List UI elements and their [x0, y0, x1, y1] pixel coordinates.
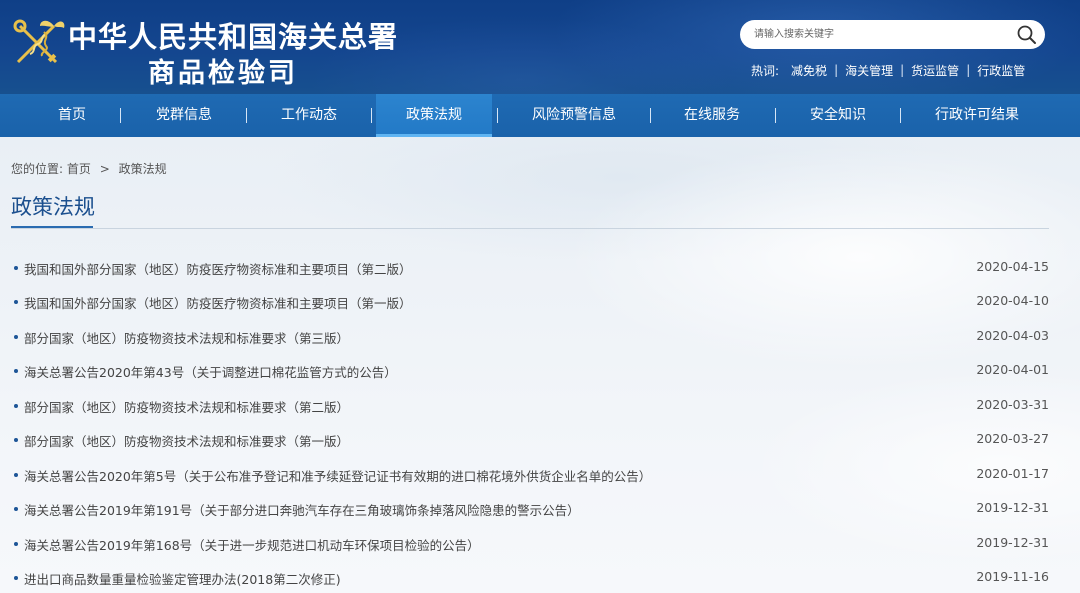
- nav-separator: [497, 108, 498, 123]
- breadcrumb-separator: >: [99, 162, 110, 176]
- hot-word-separator: |: [834, 63, 839, 77]
- breadcrumb-current[interactable]: 政策法规: [119, 162, 167, 176]
- nav-item-online-service[interactable]: 在线服务: [666, 94, 758, 137]
- hot-word-separator: |: [900, 63, 905, 77]
- hot-word-link[interactable]: 行政监管: [977, 62, 1025, 79]
- main-content: 您的位置: 首页 > 政策法规 政策法规 我国和国外部分国家（地区）防疫医疗物资…: [0, 137, 1080, 593]
- nav-separator: [775, 108, 776, 123]
- list-item[interactable]: 海关总署公告2020年第43号（关于调整进口棉花监管方式的公告） 2020-04…: [0, 360, 1080, 382]
- site-title-sub: 商品检验司: [148, 58, 298, 89]
- list-item[interactable]: 部分国家（地区）防疫物资技术法规和标准要求（第二版） 2020-03-31: [0, 395, 1080, 417]
- list-item-title[interactable]: 海关总署公告2019年第191号（关于部分进口奔驰汽车存在三角玻璃饰条掉落风险隐…: [24, 500, 580, 519]
- list-item-date: 2020-04-15: [976, 259, 1049, 274]
- list-item[interactable]: 进出口商品数量重量检验鉴定管理办法(2018第二次修正) 2019-11-16: [0, 567, 1080, 589]
- customs-emblem-icon[interactable]: [10, 16, 66, 70]
- search-input[interactable]: [754, 25, 1004, 44]
- main-nav: 首页 党群信息 工作动态 政策法规 风险预警信息 在线服务 安全知识 行政许可结…: [0, 94, 1080, 137]
- breadcrumb-home-link[interactable]: 首页: [67, 162, 91, 176]
- site-header: 中华人民共和国海关总署 商品检验司 热词: 减免税 | 海关管理 | 货运监管 …: [0, 0, 1080, 94]
- list-item-title[interactable]: 海关总署公告2020年第5号（关于公布准予登记和准予续延登记证书有效期的进口棉花…: [24, 466, 651, 485]
- list-item-title[interactable]: 我国和国外部分国家（地区）防疫医疗物资标准和主要项目（第二版）: [24, 259, 412, 278]
- nav-separator: [246, 108, 247, 123]
- list-item-title[interactable]: 我国和国外部分国家（地区）防疫医疗物资标准和主要项目（第一版）: [24, 293, 412, 312]
- list-item-date: 2019-12-31: [976, 535, 1049, 550]
- nav-item-risk-alert[interactable]: 风险预警信息: [512, 94, 636, 137]
- list-item-date: 2020-04-10: [976, 293, 1049, 308]
- hot-word-link[interactable]: 货运监管: [911, 62, 959, 79]
- list-item-title[interactable]: 海关总署公告2019年第168号（关于进一步规范进口机动车环保项目检验的公告）: [24, 535, 480, 554]
- list-item-date: 2019-11-16: [976, 569, 1049, 584]
- bullet-dot-icon: [14, 507, 18, 511]
- site-title-main: 中华人民共和国海关总署: [68, 20, 399, 54]
- hot-words: 热词: 减免税 | 海关管理 | 货运监管 | 行政监管: [751, 61, 1025, 79]
- list-item-date: 2019-12-31: [976, 500, 1049, 515]
- breadcrumb-prefix: 您的位置:: [11, 162, 64, 176]
- search-icon[interactable]: [1016, 24, 1037, 45]
- nav-item-policy[interactable]: 政策法规: [376, 94, 492, 137]
- list-item[interactable]: 我国和国外部分国家（地区）防疫医疗物资标准和主要项目（第二版） 2020-04-…: [0, 257, 1080, 279]
- bullet-dot-icon: [14, 542, 18, 546]
- hot-word-link[interactable]: 海关管理: [845, 62, 893, 79]
- nav-item-party[interactable]: 党群信息: [136, 94, 232, 137]
- nav-item-safety[interactable]: 安全知识: [792, 94, 884, 137]
- list-item-date: 2020-01-17: [976, 466, 1049, 481]
- bullet-dot-icon: [14, 473, 18, 477]
- bullet-dot-icon: [14, 300, 18, 304]
- nav-separator: [120, 108, 121, 123]
- list-item-date: 2020-03-27: [976, 431, 1049, 446]
- list-item[interactable]: 海关总署公告2019年第168号（关于进一步规范进口机动车环保项目检验的公告） …: [0, 533, 1080, 555]
- hot-words-label: 热词:: [751, 63, 780, 78]
- list-item-date: 2020-03-31: [976, 397, 1049, 412]
- nav-item-permit-results[interactable]: 行政许可结果: [916, 94, 1038, 137]
- title-divider: [11, 228, 1049, 229]
- list-item[interactable]: 我国和国外部分国家（地区）防疫医疗物资标准和主要项目（第一版） 2020-04-…: [0, 291, 1080, 313]
- bullet-dot-icon: [14, 266, 18, 270]
- list-item-title[interactable]: 部分国家（地区）防疫物资技术法规和标准要求（第三版）: [24, 328, 349, 347]
- bullet-dot-icon: [14, 404, 18, 408]
- nav-separator: [371, 108, 372, 123]
- nav-item-home[interactable]: 首页: [30, 94, 114, 137]
- list-item-title[interactable]: 进出口商品数量重量检验鉴定管理办法(2018第二次修正): [24, 569, 341, 588]
- bullet-dot-icon: [14, 369, 18, 373]
- list-item-date: 2020-04-01: [976, 362, 1049, 377]
- list-item-title[interactable]: 部分国家（地区）防疫物资技术法规和标准要求（第二版）: [24, 397, 349, 416]
- list-item[interactable]: 部分国家（地区）防疫物资技术法规和标准要求（第三版） 2020-04-03: [0, 326, 1080, 348]
- search-box: [740, 20, 1045, 49]
- list-item-title[interactable]: 海关总署公告2020年第43号（关于调整进口棉花监管方式的公告）: [24, 362, 397, 381]
- list-item[interactable]: 部分国家（地区）防疫物资技术法规和标准要求（第一版） 2020-03-27: [0, 429, 1080, 451]
- hot-word-link[interactable]: 减免税: [791, 62, 827, 79]
- list-item-date: 2020-04-03: [976, 328, 1049, 343]
- page-title: 政策法规: [11, 195, 95, 219]
- nav-separator: [650, 108, 651, 123]
- nav-item-news[interactable]: 工作动态: [262, 94, 356, 137]
- breadcrumb: 您的位置: 首页 > 政策法规: [11, 160, 167, 177]
- bullet-dot-icon: [14, 438, 18, 442]
- hot-word-separator: |: [966, 63, 971, 77]
- bullet-dot-icon: [14, 335, 18, 339]
- bullet-dot-icon: [14, 576, 18, 580]
- list-item-title[interactable]: 部分国家（地区）防疫物资技术法规和标准要求（第一版）: [24, 431, 349, 450]
- list-item[interactable]: 海关总署公告2019年第191号（关于部分进口奔驰汽车存在三角玻璃饰条掉落风险隐…: [0, 498, 1080, 520]
- nav-separator: [900, 108, 901, 123]
- list-item[interactable]: 海关总署公告2020年第5号（关于公布准予登记和准予续延登记证书有效期的进口棉花…: [0, 464, 1080, 486]
